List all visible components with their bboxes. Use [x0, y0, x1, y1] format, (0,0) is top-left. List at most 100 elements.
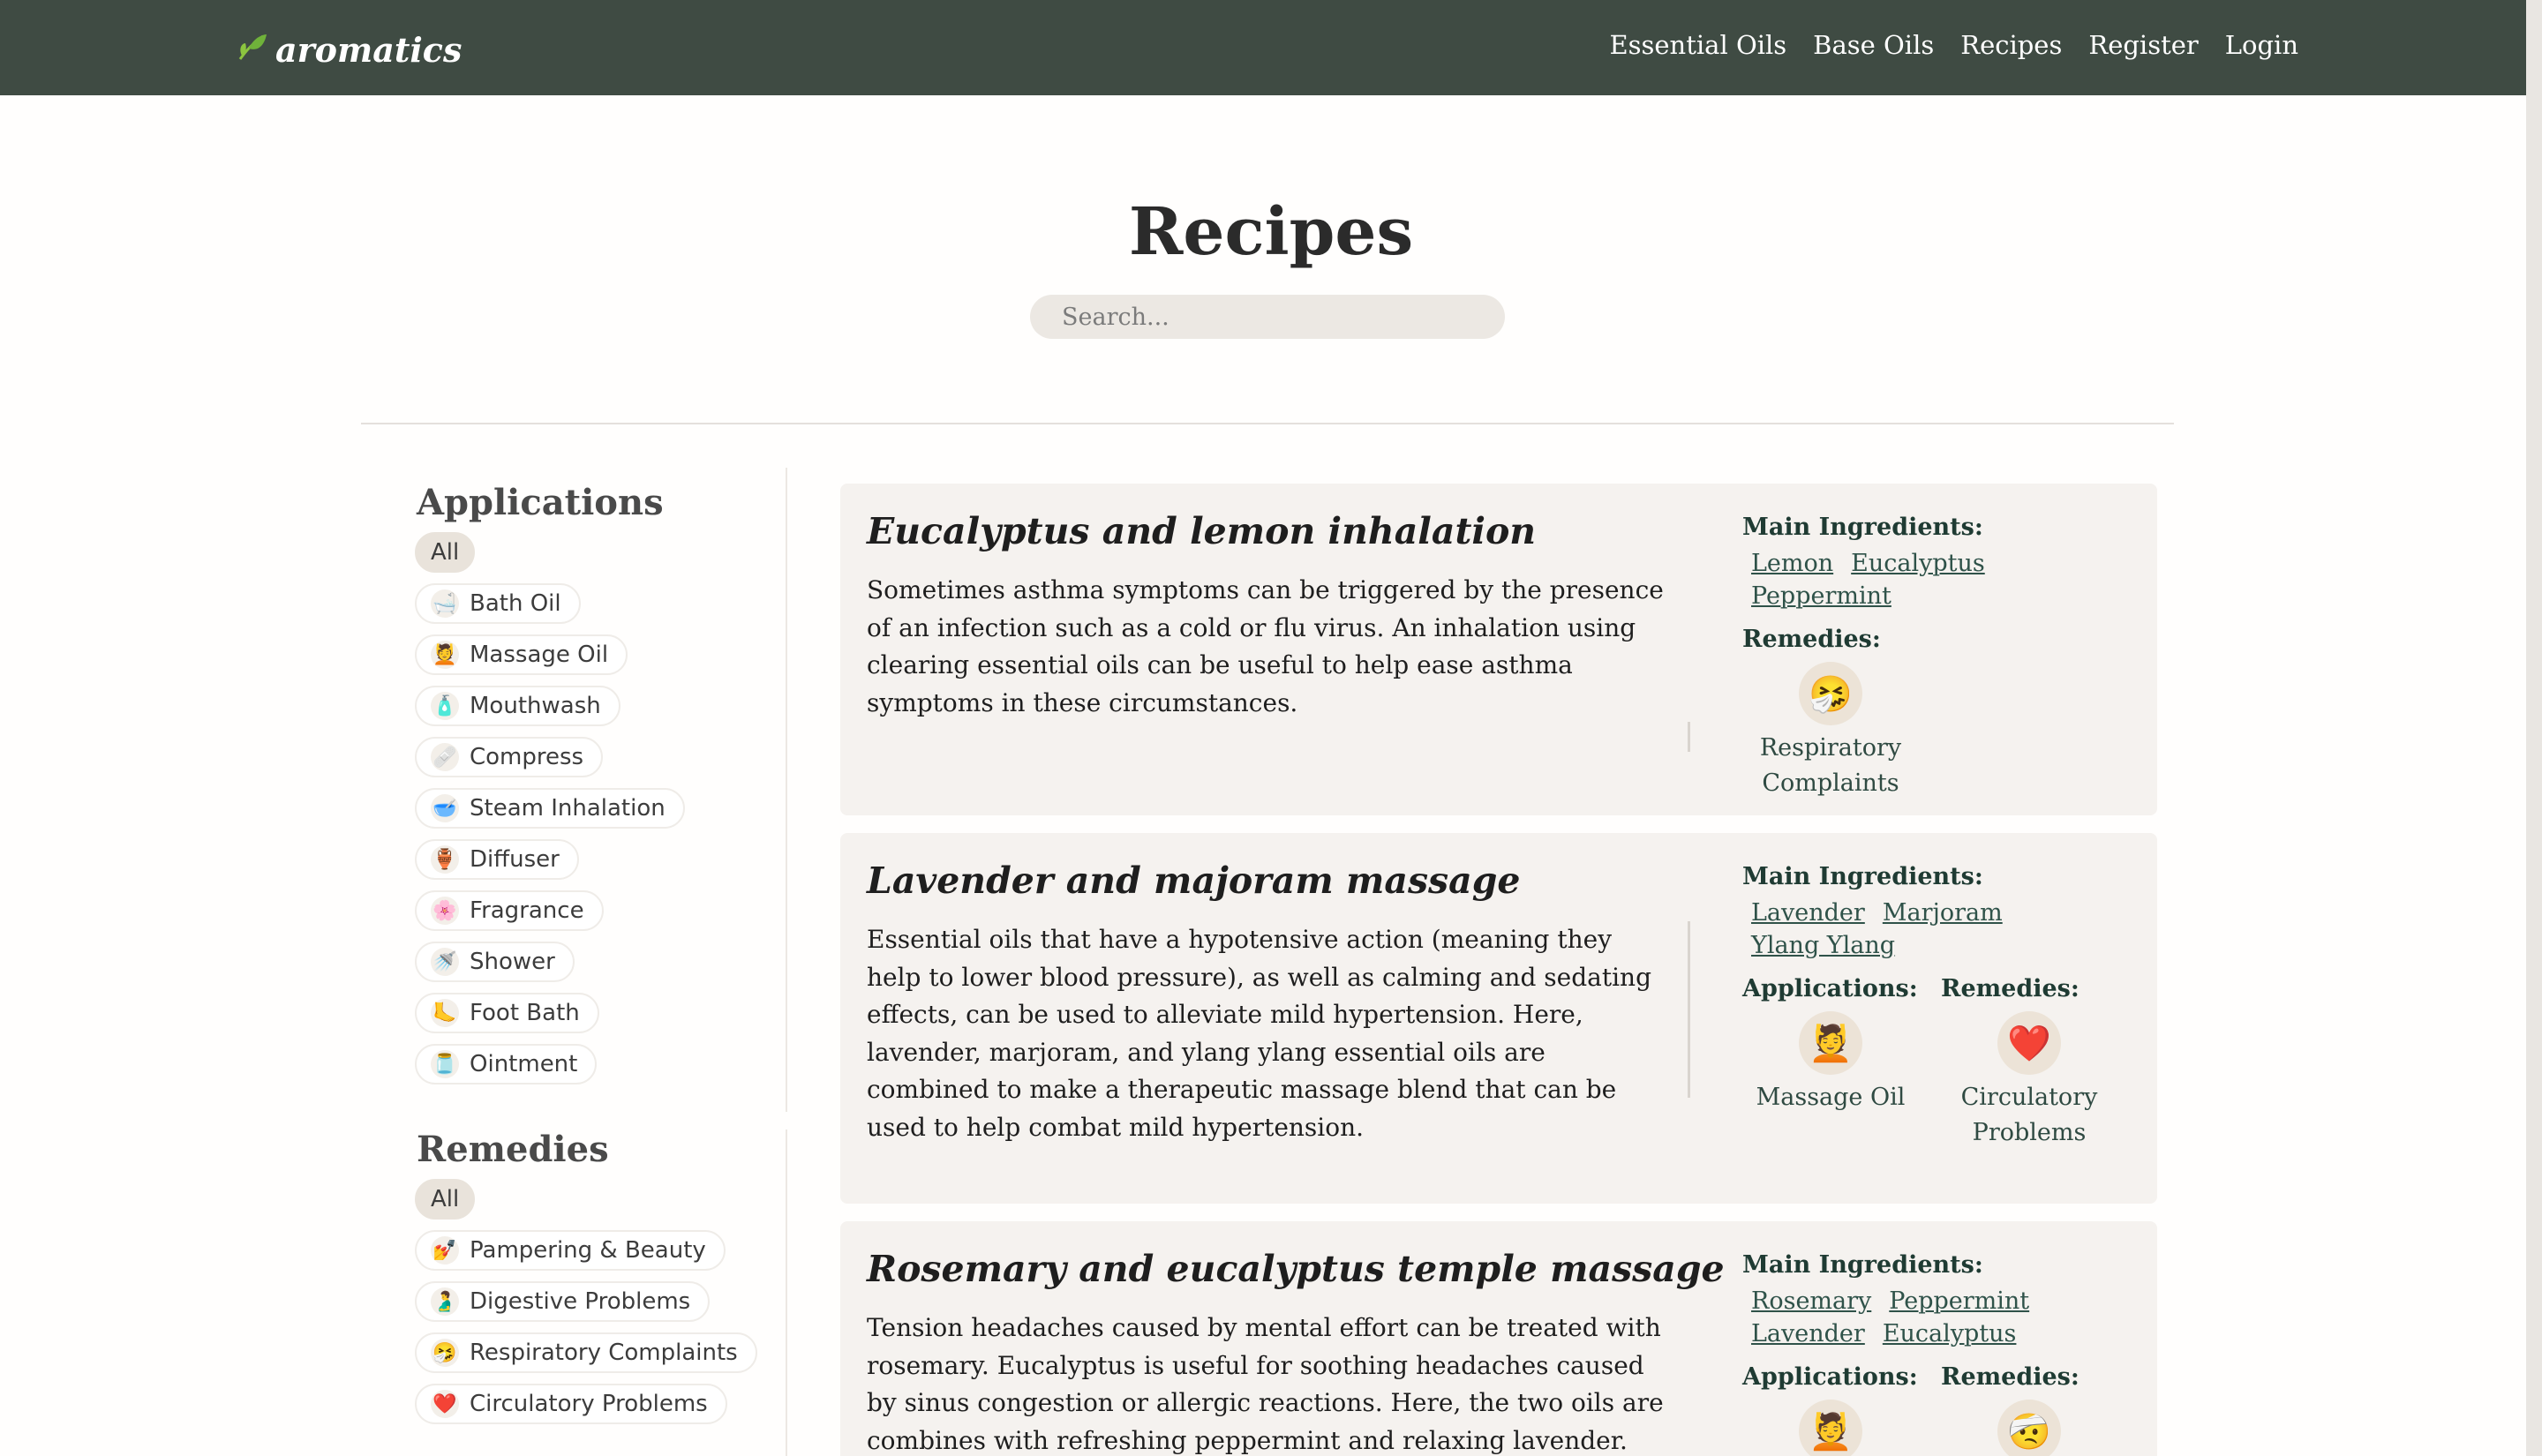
massage-icon: 💆	[1799, 1400, 1862, 1456]
ingredient-link[interactable]: Peppermint	[1889, 1287, 2029, 1315]
recipe-title[interactable]: Lavender and majoram massage	[867, 859, 1520, 902]
nav-register[interactable]: Register	[2088, 30, 2198, 60]
remedies-column: Remedies: 🤕	[1941, 1363, 2140, 1456]
filter-circulatory-problems[interactable]: ❤️ Circulatory Problems	[415, 1384, 727, 1424]
card-separator	[1688, 722, 1690, 752]
brand-logo[interactable]: aromatics	[237, 26, 462, 72]
ingredients-list: Rosemary Peppermint Lavender Eucalyptus	[1751, 1287, 2122, 1347]
navbar: aromatics Essential Oils Base Oils Recip…	[0, 0, 2542, 95]
application-tile[interactable]: 💆 Massage Oil	[1742, 1011, 1919, 1115]
filter-fragrance[interactable]: 🌸 Fragrance	[415, 890, 604, 931]
chip-label: Bath Oil	[470, 590, 561, 617]
chip-label: Fragrance	[470, 897, 584, 924]
filter-foot-bath[interactable]: 🦶 Foot Bath	[415, 993, 599, 1033]
remedy-tile[interactable]: 🤧 Respiratory Complaints	[1742, 662, 1919, 801]
chip-label: Respiratory Complaints	[470, 1340, 738, 1366]
recipe-description: Essential oils that have a hypotensive a…	[867, 925, 1652, 1142]
ingredient-link[interactable]: Lavender	[1751, 1320, 1865, 1347]
sidebar-divider-lower	[786, 1130, 787, 1456]
ingredients-list: Lavender Marjoram Ylang Ylang	[1751, 899, 2122, 959]
recipe-meta: Main Ingredients: Rosemary Peppermint La…	[1742, 1251, 2140, 1456]
applications-remedies-row: Applications: 💆 Remedies: 🤕	[1742, 1363, 2140, 1456]
remedies-heading: Remedies	[417, 1129, 609, 1170]
filter-respiratory-complaints[interactable]: 🤧 Respiratory Complaints	[415, 1332, 757, 1373]
mouthwash-icon: 🧴	[431, 692, 459, 720]
ingredient-link[interactable]: Peppermint	[1751, 582, 1891, 610]
applications-label: Applications:	[1742, 1363, 1918, 1391]
main-ingredients-label: Main Ingredients:	[1742, 863, 1983, 890]
heart-icon: ❤️	[431, 1390, 459, 1418]
applications-column: Applications: 💆 Massage Oil	[1742, 975, 1941, 1151]
chip-label: Digestive Problems	[470, 1288, 691, 1315]
ingredient-link[interactable]: Lemon	[1751, 550, 1833, 577]
chip-label: Steam Inhalation	[470, 795, 666, 822]
filter-mouthwash[interactable]: 🧴 Mouthwash	[415, 686, 620, 726]
filter-compress[interactable]: 🩹 Compress	[415, 737, 604, 777]
chip-label: Pampering & Beauty	[470, 1237, 706, 1264]
filter-bath-oil[interactable]: 🛁 Bath Oil	[415, 583, 581, 624]
page-title: Recipes	[1128, 194, 1414, 270]
ingredient-link[interactable]: Lavender	[1751, 899, 1865, 927]
ointment-icon: 🫙	[431, 1050, 459, 1078]
ingredient-link[interactable]: Eucalyptus	[1851, 550, 1985, 577]
remedies-label: Remedies:	[1941, 975, 2079, 1002]
recipe-title[interactable]: Rosemary and eucalyptus temple massage	[867, 1248, 1725, 1290]
filter-digestive-problems[interactable]: 🫃 Digestive Problems	[415, 1281, 711, 1322]
leaf-icon	[237, 33, 270, 66]
recipe-meta: Main Ingredients: Lavender Marjoram Ylan…	[1742, 863, 2140, 1151]
remedy-tile[interactable]: ❤️ Circulatory Problems	[1941, 1011, 2117, 1151]
chip-label: Mouthwash	[470, 693, 601, 719]
filter-diffuser[interactable]: 🏺 Diffuser	[415, 839, 579, 880]
nav-recipes[interactable]: Recipes	[1960, 30, 2062, 60]
ingredient-link[interactable]: Rosemary	[1751, 1287, 1871, 1315]
chip-label: Ointment	[470, 1051, 578, 1077]
heart-icon: ❤️	[1997, 1011, 2061, 1075]
nav-essential-oils[interactable]: Essential Oils	[1609, 30, 1786, 60]
ingredient-link[interactable]: Eucalyptus	[1883, 1320, 2017, 1347]
beauty-icon: 💅	[431, 1236, 459, 1265]
respiratory-icon: 🤧	[1799, 662, 1862, 725]
remedies-filter-all[interactable]: All	[415, 1179, 476, 1220]
ingredient-link[interactable]: Ylang Ylang	[1751, 932, 2122, 959]
nav-login[interactable]: Login	[2225, 30, 2298, 60]
filter-massage-oil[interactable]: 💆 Massage Oil	[415, 634, 628, 675]
sidebar: Applications All 🛁 Bath Oil 💆 Massage Oil …	[415, 477, 768, 1435]
recipe-card[interactable]: Rosemary and eucalyptus temple massage T…	[840, 1221, 2157, 1456]
diffuser-icon: 🏺	[431, 845, 459, 874]
filter-pampering-beauty[interactable]: 💅 Pampering & Beauty	[415, 1230, 726, 1271]
steam-bowl-icon: 🥣	[431, 794, 459, 822]
nav-base-oils[interactable]: Base Oils	[1813, 30, 1934, 60]
remedy-tile[interactable]: 🤕	[1941, 1400, 2117, 1456]
filter-shower[interactable]: 🚿 Shower	[415, 942, 575, 982]
remedy-label: Circulatory Problems	[1960, 1084, 2098, 1146]
chip-label: Circulatory Problems	[470, 1391, 708, 1417]
applications-filter-all[interactable]: All	[415, 532, 476, 573]
recipe-description: Sometimes asthma symptoms can be trigger…	[867, 575, 1664, 717]
remedies-label: Remedies:	[1941, 1363, 2079, 1391]
chip-label: Compress	[470, 744, 584, 770]
filter-ointment[interactable]: 🫙 Ointment	[415, 1044, 598, 1084]
recipe-title[interactable]: Eucalyptus and lemon inhalation	[867, 510, 1536, 552]
perfume-icon: 🌸	[431, 897, 459, 925]
stomach-icon: 🫃	[431, 1287, 459, 1316]
remedies-column: Remedies: ❤️ Circulatory Problems	[1941, 975, 2140, 1151]
main-ingredients-label: Main Ingredients:	[1742, 1251, 1983, 1279]
application-tile[interactable]: 💆	[1742, 1400, 1919, 1456]
massage-icon: 💆	[431, 641, 459, 669]
shower-icon: 🚿	[431, 948, 459, 976]
recipe-meta: Main Ingredients: Lemon Eucalyptus Peppe…	[1742, 514, 2140, 801]
foot-icon: 🦶	[431, 999, 459, 1027]
respiratory-icon: 🤧	[431, 1339, 459, 1367]
search-input[interactable]	[1030, 295, 1505, 339]
recipe-description: Tension headaches caused by mental effor…	[867, 1313, 1664, 1455]
chip-label: Shower	[470, 949, 555, 975]
filter-steam-inhalation[interactable]: 🥣 Steam Inhalation	[415, 788, 685, 829]
bathtub-icon: 🛁	[431, 589, 459, 618]
ingredient-link[interactable]: Marjoram	[1883, 899, 2003, 927]
recipe-card[interactable]: Lavender and majoram massage Essential o…	[840, 833, 2157, 1204]
recipe-card[interactable]: Eucalyptus and lemon inhalation Sometime…	[840, 484, 2157, 815]
applications-remedies-row: Applications: 💆 Massage Oil Remedies: ❤️…	[1742, 975, 2140, 1151]
card-separator	[1688, 921, 1690, 1098]
header-divider	[361, 423, 2174, 424]
sidebar-divider	[786, 468, 787, 1112]
